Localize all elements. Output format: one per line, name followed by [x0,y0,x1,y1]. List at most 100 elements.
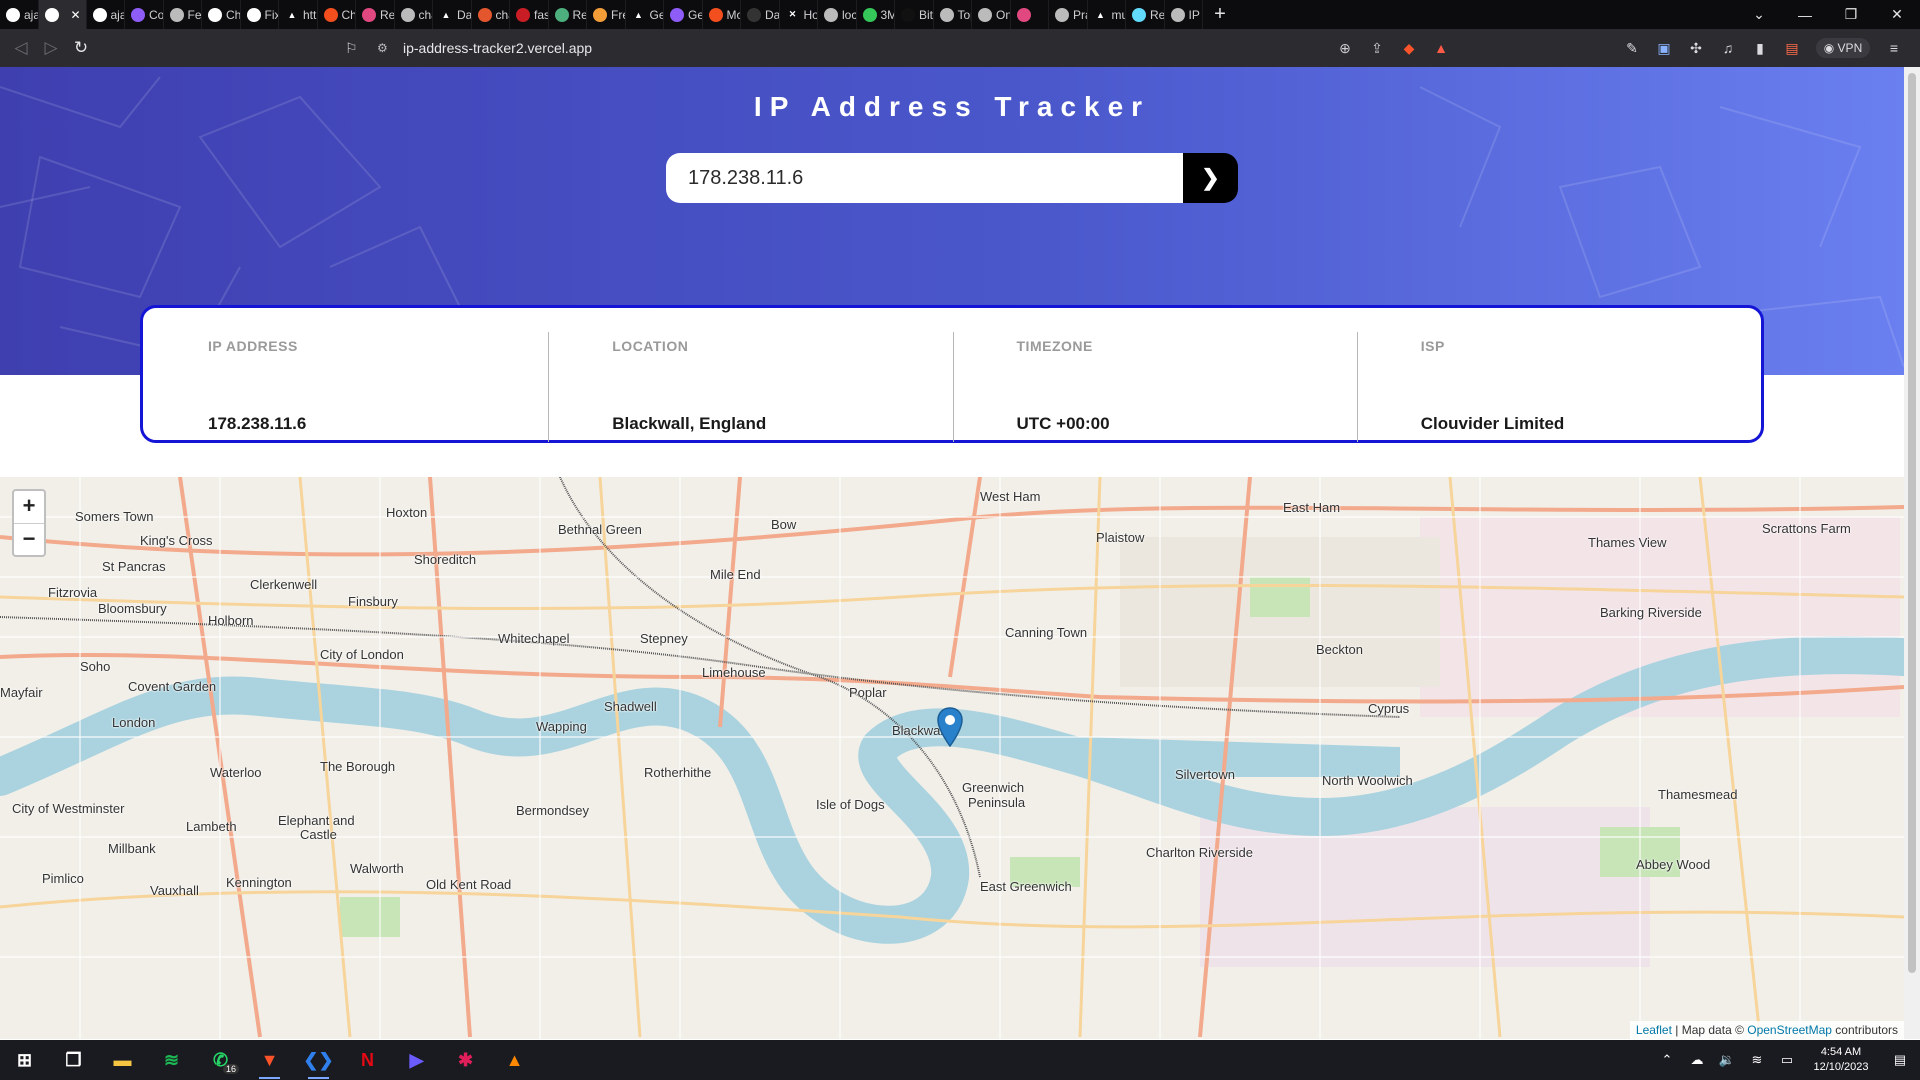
search-submit-button[interactable]: ❯ [1183,153,1238,203]
color-picker-icon[interactable]: ✎ [1616,40,1648,57]
slack-button[interactable]: ✱ [441,1040,490,1080]
brave-rewards-icon[interactable]: ▲ [1425,40,1457,56]
page-scrollbar[interactable] [1904,67,1920,1039]
tab-search-icon[interactable]: ⌄ [1736,6,1782,23]
vscode-button[interactable]: ❮❯ [294,1040,343,1080]
task-view-button[interactable]: ❐ [49,1040,98,1080]
brave-shields-icon[interactable]: ◆ [1393,40,1425,57]
ip-search-input[interactable] [666,153,1183,203]
browser-tab[interactable]: ▲ htt [279,0,318,29]
browser-tab[interactable]: cha [395,0,433,29]
browser-tab[interactable]: ▲ Ge [626,0,664,29]
vercel-icon: ▲ [1096,9,1105,20]
map-tiles [0,477,1904,1039]
network-tray-icon[interactable]: ☁ [1682,1052,1712,1068]
url-text[interactable]: ip-address-tracker2.vercel.app [403,40,1329,56]
close-tab-icon[interactable]: ✕ [71,8,81,22]
bookmark-icon[interactable]: ⚐ [345,40,367,57]
wifi-icon[interactable]: ≋ [1742,1052,1772,1068]
volume-icon[interactable]: 🔉 [1712,1052,1742,1068]
share-icon[interactable]: ⇪ [1361,40,1393,57]
site-info-icon[interactable]: ⚙ [377,41,403,55]
browser-tab[interactable]: cha [472,0,510,29]
browser-tab[interactable]: Re [356,0,395,29]
browser-tab[interactable]: Ge [664,0,703,29]
browser-tab[interactable]: ajal [87,0,125,29]
map-view[interactable]: Somers Town Hoxton Bethnal Green Bow West Ha… [0,477,1904,1039]
tray-chevron-icon[interactable]: ⌃ [1652,1052,1682,1068]
clock[interactable]: 4:54 AM 12/10/2023 [1802,1045,1880,1075]
brave-button[interactable]: ▼ [245,1040,294,1080]
browser-tab[interactable]: loc [818,0,857,29]
globe-icon [400,7,415,22]
map-place-label: Beckton [1316,642,1363,657]
browser-tab[interactable]: Re [1126,0,1165,29]
browser-tab[interactable]: 3M [857,0,895,29]
info-value: Clouvider Limited [1420,414,1565,433]
forward-button[interactable]: ▷ [36,38,66,58]
minimize-button[interactable]: — [1782,7,1828,23]
browser-tab[interactable]: Fre [587,0,626,29]
reload-button[interactable]: ↻ [66,38,96,58]
browser-tab[interactable]: Fix [241,0,279,29]
whatsapp-button[interactable]: ✆ 16 [196,1040,245,1080]
browser-tab[interactable]: Da [741,0,780,29]
browser-tab[interactable]: Mc [703,0,741,29]
browser-tab[interactable]: Re [549,0,587,29]
browser-tab[interactable]: ✕ Ho [780,0,818,29]
map-place-label: Stepney [640,631,688,646]
file-explorer-button[interactable]: ▬ [98,1040,147,1080]
info-value: Blackwall, England [612,414,767,433]
extension-icon[interactable]: ▣ [1648,40,1680,57]
browser-tab[interactable]: Ch [202,0,241,29]
browser-tab[interactable]: ▲ mu [1088,0,1126,29]
scrollbar-thumb[interactable] [1908,73,1916,973]
browser-tab[interactable]: Top [934,0,972,29]
browser-tab[interactable]: IP A [1165,0,1203,29]
browser-tab[interactable]: Co [125,0,164,29]
battery-icon[interactable]: ▭ [1772,1052,1802,1068]
openstreetmap-link[interactable]: OpenStreetMap [1747,1023,1832,1037]
leaflet-link[interactable]: Leaflet [1636,1023,1672,1037]
map-place-label: West Ham [980,489,1041,504]
wallet-icon[interactable]: ▤ [1776,40,1808,57]
sidebar-icon[interactable]: ▮ [1744,40,1776,57]
notifications-icon[interactable]: ▤ [1880,1052,1920,1068]
info-label: ISP [1420,338,1445,354]
zoom-out-button[interactable]: − [14,523,44,555]
extensions-puzzle-icon[interactable]: ✣ [1680,40,1712,57]
menu-icon[interactable]: ≡ [1878,40,1910,56]
zoom-in-button[interactable]: + [14,491,44,523]
map-place-label: East Ham [1283,500,1341,515]
browser-tab[interactable]: fas [510,0,549,29]
spotify-button[interactable]: ≋ [147,1040,196,1080]
media-player-button[interactable]: ▶ [392,1040,441,1080]
vuetify-icon [131,7,145,22]
netflix-button[interactable]: N [343,1040,392,1080]
tab-label: 3M [880,7,895,22]
address-bar[interactable]: ⚐ ⚙ ip-address-tracker2.vercel.app ⊕ ⇪ ◆… [345,34,1457,62]
browser-tab[interactable]: ajal [0,0,39,29]
browser-tab[interactable]: Fee [164,0,202,29]
browser-tab[interactable]: Bit [895,0,934,29]
browser-tab[interactable]: ✕ [38,0,87,29]
zoom-icon[interactable]: ⊕ [1329,40,1361,57]
new-tab-button[interactable]: + [1203,3,1237,26]
globe-icon [978,7,992,22]
browser-tab[interactable]: Ch [318,0,356,29]
vercel-icon: ▲ [441,9,451,20]
attribution-text: | Map data © [1671,1023,1748,1037]
browser-tab[interactable]: On [972,0,1011,29]
browser-tab[interactable] [1011,0,1049,29]
start-button[interactable]: ⊞ [0,1040,49,1080]
notification-badge: 16 [222,1064,239,1074]
browser-tab[interactable]: Pra [1049,0,1088,29]
restore-button[interactable]: ❐ [1828,6,1874,23]
vpn-button[interactable]: ◉ VPN [1816,38,1870,58]
vlc-button[interactable]: ▲ [490,1040,539,1080]
back-button[interactable]: ◁ [6,38,36,58]
media-icon[interactable]: ♫ [1712,40,1744,56]
close-window-button[interactable]: ✕ [1874,6,1920,23]
browser-tab[interactable]: ▲ Da [433,0,472,29]
vercel-icon: ▲ [634,9,643,20]
